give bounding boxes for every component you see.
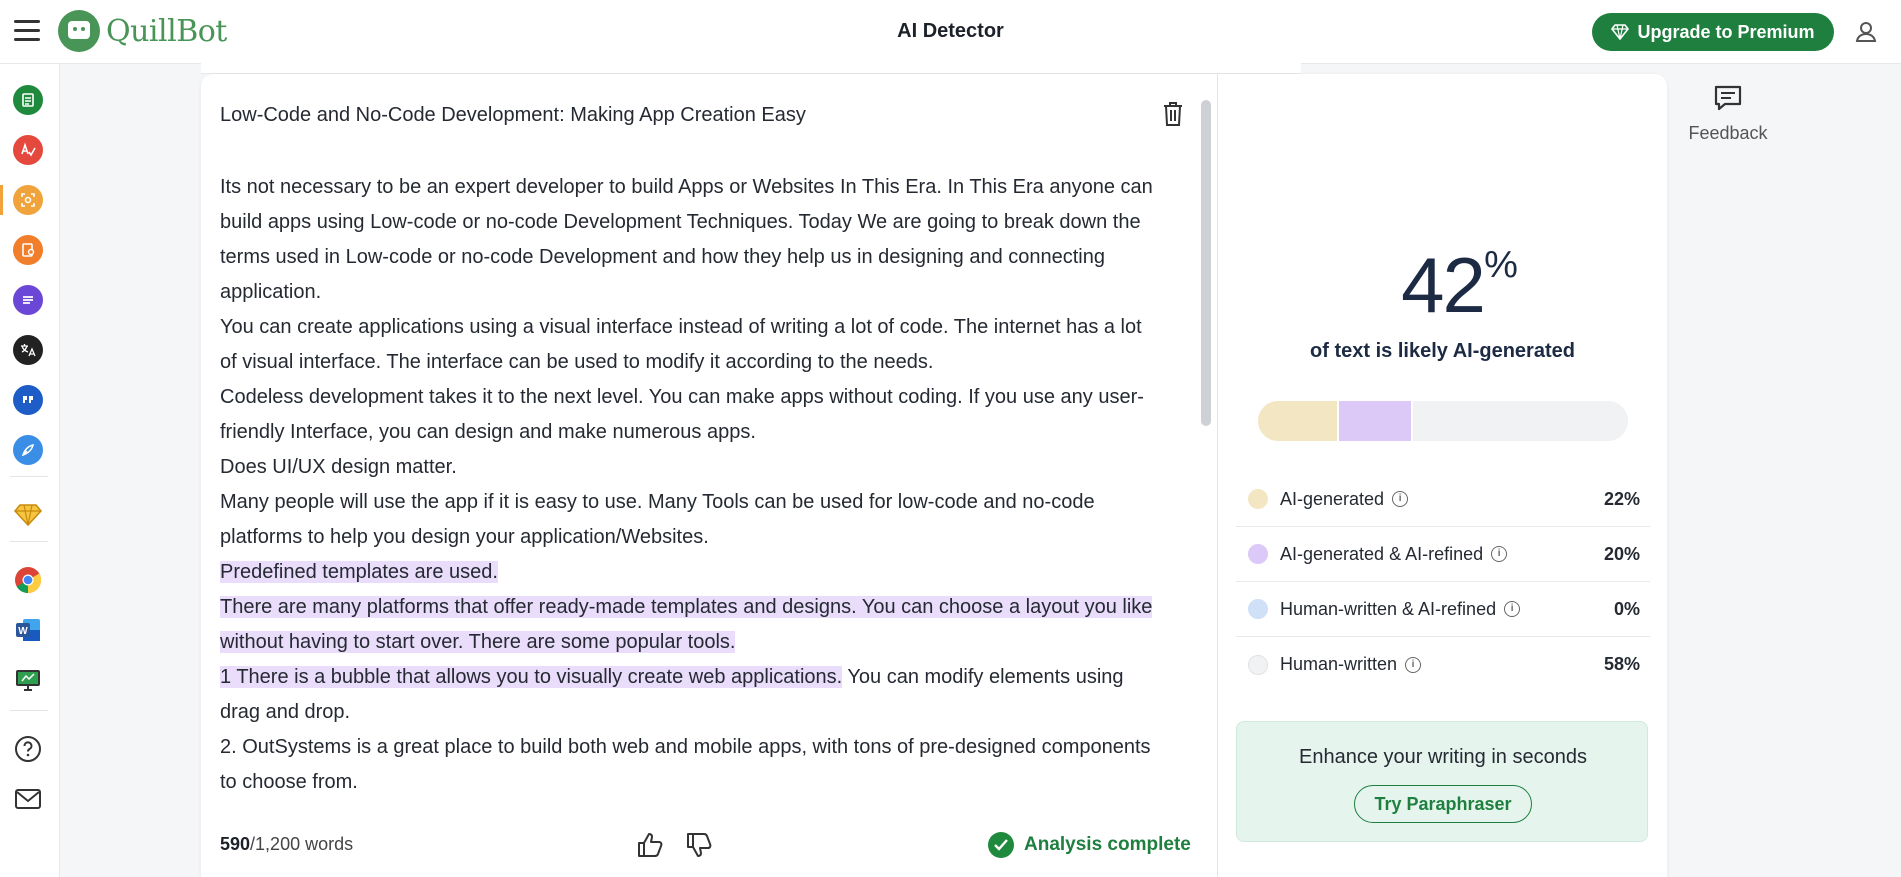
legend-row: AI-generated i 22% bbox=[1236, 472, 1650, 527]
grammar-checker-icon[interactable] bbox=[13, 135, 43, 165]
upgrade-button[interactable]: Upgrade to Premium bbox=[1592, 13, 1834, 51]
analysis-status: Analysis complete bbox=[988, 832, 1191, 858]
mail-icon[interactable] bbox=[13, 784, 43, 814]
active-indicator bbox=[0, 185, 3, 215]
info-icon[interactable]: i bbox=[1392, 491, 1409, 507]
editor-scrollbar[interactable] bbox=[1201, 100, 1211, 426]
legend-row: Human-written & AI-refined i 0% bbox=[1236, 582, 1650, 637]
desktop-app-icon[interactable] bbox=[13, 665, 43, 695]
feedback-button[interactable]: Feedback bbox=[1686, 84, 1770, 144]
legend-row: Human-written i 58% bbox=[1236, 637, 1650, 692]
document-paragraph[interactable]: Codeless development takes it to the nex… bbox=[220, 380, 1160, 450]
rail-divider bbox=[10, 541, 48, 542]
thumbs-up-icon[interactable] bbox=[635, 830, 665, 860]
ai-highlighted-text: Predefined templates are used. bbox=[220, 561, 498, 583]
legend-row: AI-generated & AI-refined i 20% bbox=[1236, 527, 1650, 582]
rail-divider bbox=[10, 476, 48, 477]
document-text: 2. OutSystems is a great place to build … bbox=[220, 736, 1151, 793]
document-text: Codeless development takes it to the nex… bbox=[220, 386, 1144, 443]
feedback-icon bbox=[1714, 85, 1742, 111]
upgrade-label: Upgrade to Premium bbox=[1637, 21, 1815, 42]
ai-detector-icon[interactable] bbox=[13, 185, 43, 215]
paraphraser-icon[interactable] bbox=[13, 85, 43, 115]
document-text: Its not necessary to be an expert develo… bbox=[220, 176, 1153, 303]
thumbs-down-icon[interactable] bbox=[684, 830, 714, 860]
promo-text: Enhance your writing in seconds bbox=[1299, 746, 1587, 768]
legend-label: Human-written bbox=[1280, 654, 1398, 674]
trash-icon[interactable] bbox=[1160, 100, 1186, 128]
summarizer-icon[interactable] bbox=[13, 285, 43, 315]
document-text: Does UI/UX design matter. bbox=[220, 456, 457, 478]
document-paragraph[interactable]: Does UI/UX design matter. bbox=[220, 450, 1160, 485]
legend-label: AI-generated bbox=[1280, 488, 1385, 509]
legend-swatch bbox=[1248, 599, 1268, 619]
score-bar-segment bbox=[1339, 401, 1414, 441]
svg-text:W: W bbox=[18, 626, 28, 637]
document-paragraph[interactable]: Many people will use the app if it is ea… bbox=[220, 485, 1160, 555]
legend-value: 22% bbox=[1603, 488, 1640, 509]
ai-score-value: 42 bbox=[1401, 241, 1486, 329]
legend-swatch bbox=[1248, 654, 1268, 675]
ai-highlighted-text: There are many platforms that offer read… bbox=[220, 596, 1153, 653]
ai-score-unit: % bbox=[1484, 244, 1518, 286]
word-count-value: 590 bbox=[220, 834, 251, 854]
rail-divider bbox=[10, 710, 48, 711]
document-paragraph[interactable]: You can create applications using a visu… bbox=[220, 310, 1160, 380]
word-addin-icon[interactable]: W bbox=[13, 615, 43, 645]
document-paragraph[interactable]: 1 There is a bubble that allows you to v… bbox=[220, 660, 1160, 730]
document-paragraph[interactable]: 2. OutSystems is a great place to build … bbox=[220, 730, 1160, 800]
document-text: Many people will use the app if it is ea… bbox=[220, 491, 1095, 548]
ai-score: 42% bbox=[1401, 240, 1518, 331]
tool-sidebar: W bbox=[0, 64, 60, 877]
check-circle-icon bbox=[988, 832, 1014, 858]
diamond-icon bbox=[1611, 24, 1630, 40]
status-label: Analysis complete bbox=[1024, 834, 1191, 855]
document-body[interactable]: Its not necessary to be an expert develo… bbox=[220, 170, 1160, 800]
legend-value: 0% bbox=[1613, 598, 1640, 619]
info-icon[interactable]: i bbox=[1491, 546, 1508, 562]
account-icon[interactable] bbox=[1848, 14, 1884, 50]
legend-swatch bbox=[1248, 544, 1268, 564]
citation-generator-icon[interactable] bbox=[13, 385, 43, 415]
editor-tab-strip bbox=[201, 56, 1301, 74]
score-bar-segment bbox=[1413, 401, 1628, 441]
word-count-limit: /1,200 words bbox=[250, 834, 354, 854]
info-icon[interactable]: i bbox=[1405, 656, 1422, 673]
ai-writer-icon[interactable] bbox=[13, 435, 43, 465]
score-breakdown-bar bbox=[1258, 401, 1628, 441]
score-legend: AI-generated i 22% AI-generated & AI-refine… bbox=[1236, 472, 1650, 692]
legend-value: 58% bbox=[1603, 654, 1640, 674]
legend-value: 20% bbox=[1603, 543, 1640, 564]
chrome-extension-icon[interactable] bbox=[13, 565, 43, 595]
legend-label: Human-written & AI-refined bbox=[1280, 598, 1497, 619]
document-text: You can create applications using a visu… bbox=[220, 316, 1142, 373]
score-display: 42% bbox=[1218, 240, 1667, 331]
document-title[interactable]: Low-Code and No-Code Development: Making… bbox=[220, 104, 806, 127]
feedback-label: Feedback bbox=[1688, 123, 1768, 143]
info-icon[interactable]: i bbox=[1504, 601, 1521, 617]
document-paragraph[interactable]: Its not necessary to be an expert develo… bbox=[220, 170, 1160, 310]
score-caption: of text is likely AI-generated bbox=[1310, 340, 1575, 362]
top-bar: QuillBot AI Detector Upgrade to Premium bbox=[0, 0, 1901, 64]
document-paragraph[interactable]: There are many platforms that offer read… bbox=[220, 590, 1160, 660]
try-paraphraser-button[interactable]: Try Paraphraser bbox=[1354, 785, 1532, 823]
score-bar-segment bbox=[1258, 401, 1340, 441]
premium-diamond-icon[interactable] bbox=[13, 500, 43, 530]
plagiarism-checker-icon[interactable] bbox=[13, 235, 43, 265]
legend-swatch bbox=[1248, 489, 1268, 509]
document-paragraph[interactable]: Predefined templates are used. bbox=[220, 555, 1160, 590]
pane-divider bbox=[1217, 74, 1218, 877]
ai-highlighted-text: 1 There is a bubble that allows you to v… bbox=[220, 666, 843, 688]
paraphraser-promo: Enhance your writing in seconds Try Para… bbox=[1236, 721, 1648, 842]
legend-label: AI-generated & AI-refined bbox=[1280, 543, 1484, 564]
help-icon[interactable] bbox=[13, 734, 43, 764]
word-count: 590/1,200 words bbox=[220, 834, 353, 855]
translator-icon[interactable] bbox=[13, 335, 43, 365]
